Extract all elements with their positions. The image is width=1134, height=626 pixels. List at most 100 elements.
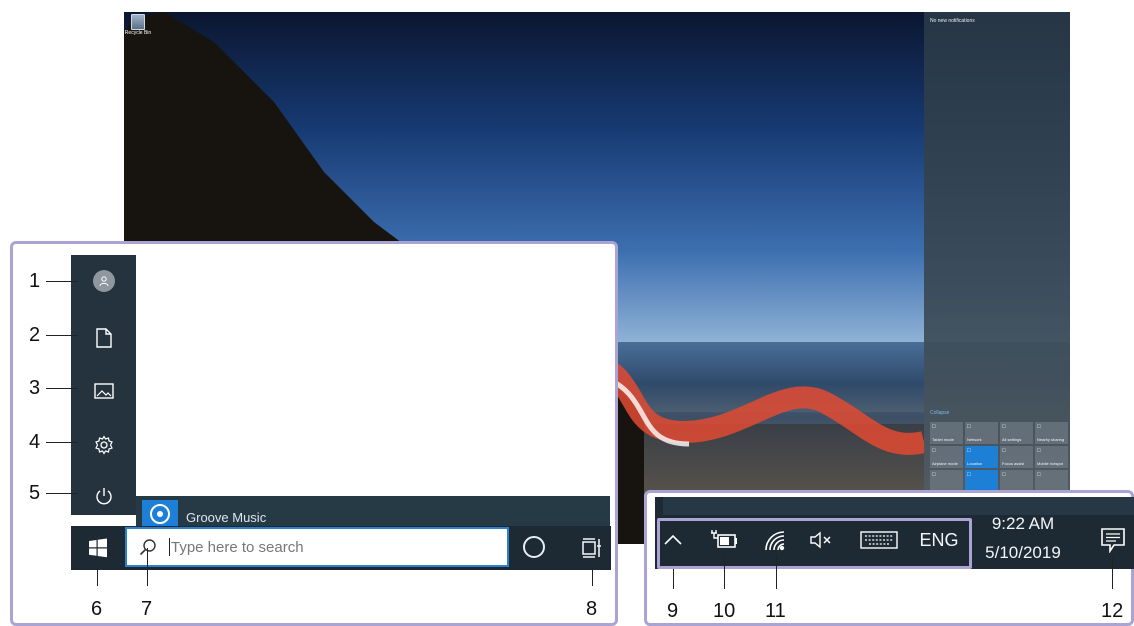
user-account-icon bbox=[92, 270, 115, 292]
callout-number-10: 10 bbox=[713, 600, 736, 622]
quick-action-tile[interactable]: □ Mobile hotspot bbox=[1035, 446, 1068, 468]
input-language-button[interactable]: ENG bbox=[914, 525, 964, 555]
quick-action-tile[interactable]: □ bbox=[965, 470, 998, 492]
show-hidden-icons-chevron bbox=[664, 534, 682, 545]
quick-action-label: Network bbox=[967, 437, 982, 442]
quick-action-icon: □ bbox=[932, 472, 936, 478]
settings-gear-icon bbox=[94, 435, 113, 455]
start-button[interactable] bbox=[71, 526, 124, 570]
quick-action-label: Airplane mode bbox=[932, 461, 958, 466]
callout-number-9: 9 bbox=[667, 600, 679, 622]
documents-button[interactable] bbox=[71, 324, 136, 352]
callout-number-3: 3 bbox=[29, 377, 41, 399]
text-caret bbox=[169, 538, 170, 556]
quick-action-label: Location bbox=[967, 461, 983, 466]
cortana-icon[interactable] bbox=[523, 536, 545, 558]
quick-action-icon: □ bbox=[1002, 424, 1006, 430]
callout-line-9 bbox=[673, 569, 674, 589]
callout-number-7: 7 bbox=[141, 598, 153, 620]
quick-action-tile[interactable]: □ Airplane mode bbox=[930, 446, 963, 468]
power-button[interactable] bbox=[71, 482, 136, 510]
quick-action-tile[interactable]: □ Tablet mode bbox=[930, 422, 963, 444]
clock-time: 9:22 AM bbox=[991, 514, 1055, 533]
action-center: No new notifications Collapse □ Tablet mo… bbox=[924, 12, 1070, 544]
action-center-collapse[interactable]: Collapse bbox=[930, 410, 949, 416]
windows-start-icon bbox=[88, 538, 107, 558]
notification-center-icon bbox=[1101, 528, 1125, 553]
quick-action-tile[interactable]: □ Focus assist bbox=[1000, 446, 1033, 468]
callout-line-2 bbox=[46, 335, 78, 336]
callout-number-6: 6 bbox=[91, 598, 103, 620]
quick-action-icon: □ bbox=[1002, 448, 1006, 454]
groove-music-label: Groove Music bbox=[186, 510, 267, 525]
callout-line-11 bbox=[776, 555, 777, 589]
settings-button[interactable] bbox=[71, 431, 136, 459]
quick-action-tile[interactable]: □ Nearby sharing bbox=[1035, 422, 1068, 444]
callout-number-1: 1 bbox=[29, 270, 41, 292]
pictures-button[interactable] bbox=[71, 377, 136, 405]
network-button[interactable] bbox=[760, 525, 790, 555]
search-box[interactable]: Type here to search bbox=[125, 527, 509, 567]
quick-action-tile[interactable]: □ Location bbox=[965, 446, 998, 468]
callout-line-10 bbox=[724, 555, 725, 589]
callout-line-7 bbox=[147, 548, 148, 586]
callout-number-5: 5 bbox=[29, 482, 41, 504]
callout-line-3 bbox=[46, 388, 78, 389]
callout-line-5 bbox=[46, 493, 78, 494]
start-menu-rail bbox=[71, 255, 136, 515]
taskbar-left: Type here to search bbox=[71, 526, 611, 570]
callout-line-8 bbox=[592, 566, 593, 586]
quick-action-label: Focus assist bbox=[1002, 461, 1025, 466]
user-account-button[interactable] bbox=[71, 267, 136, 295]
callout-line-6 bbox=[97, 566, 98, 586]
recycle-bin-desktop-icon[interactable]: Recycle Bin bbox=[124, 12, 152, 36]
quick-action-label: Mobile hotspot bbox=[1037, 461, 1064, 466]
battery-charging-icon bbox=[711, 530, 737, 548]
action-center-header: No new notifications bbox=[930, 18, 975, 24]
search-placeholder: Type here to search bbox=[171, 538, 304, 556]
quick-action-icon: □ bbox=[932, 448, 936, 454]
quick-action-icon: □ bbox=[1037, 448, 1041, 454]
quick-action-tile[interactable]: □ All settings bbox=[1000, 422, 1033, 444]
groove-music-tile[interactable] bbox=[142, 500, 178, 528]
show-hidden-icons-button[interactable] bbox=[660, 525, 686, 555]
recycle-bin-label: Recycle Bin bbox=[124, 30, 152, 36]
quick-action-tile[interactable]: □ Network bbox=[965, 422, 998, 444]
quick-action-icon: □ bbox=[967, 472, 971, 478]
quick-action-label: Nearby sharing bbox=[1037, 437, 1065, 442]
quick-action-label: Tablet mode bbox=[932, 437, 954, 442]
quick-action-icon: □ bbox=[1002, 472, 1006, 478]
clock[interactable]: 9:22 AM 5/10/2019 bbox=[978, 513, 1068, 566]
callout-number-8: 8 bbox=[586, 598, 598, 620]
battery-button[interactable] bbox=[706, 525, 740, 555]
callout-number-2: 2 bbox=[29, 324, 41, 346]
callout-line-4 bbox=[46, 442, 78, 443]
touch-keyboard-icon bbox=[860, 531, 898, 549]
volume-muted-icon bbox=[810, 531, 831, 549]
search-icon bbox=[139, 539, 156, 556]
quick-actions-grid: □ Tablet mode □ Network □ All settings □ Nearby… bbox=[930, 422, 1068, 492]
clock-date: 5/10/2019 bbox=[985, 543, 1061, 562]
callout-number-11: 11 bbox=[765, 600, 786, 622]
input-language-label: ENG bbox=[919, 529, 959, 550]
quick-action-icon: □ bbox=[932, 424, 936, 430]
action-center-button[interactable] bbox=[1096, 524, 1130, 556]
pictures-icon bbox=[93, 383, 114, 399]
wifi-icon bbox=[765, 531, 785, 551]
callout-number-4: 4 bbox=[29, 431, 41, 453]
groove-music-icon bbox=[150, 504, 170, 524]
touch-keyboard-button[interactable] bbox=[859, 525, 899, 555]
documents-icon bbox=[95, 328, 112, 348]
power-icon bbox=[95, 488, 112, 505]
quick-action-tile[interactable]: □ bbox=[930, 470, 963, 492]
quick-action-icon: □ bbox=[967, 424, 971, 430]
callout-number-12: 12 bbox=[1101, 600, 1124, 622]
quick-action-icon: □ bbox=[1037, 472, 1041, 478]
volume-button[interactable] bbox=[808, 525, 836, 555]
recycle-bin-icon bbox=[131, 14, 145, 30]
callout-line-1 bbox=[46, 281, 78, 282]
callout-line-12 bbox=[1112, 557, 1113, 589]
quick-action-tile[interactable]: □ bbox=[1035, 470, 1068, 492]
quick-action-tile[interactable]: □ bbox=[1000, 470, 1033, 492]
task-view-icon[interactable] bbox=[581, 537, 603, 559]
